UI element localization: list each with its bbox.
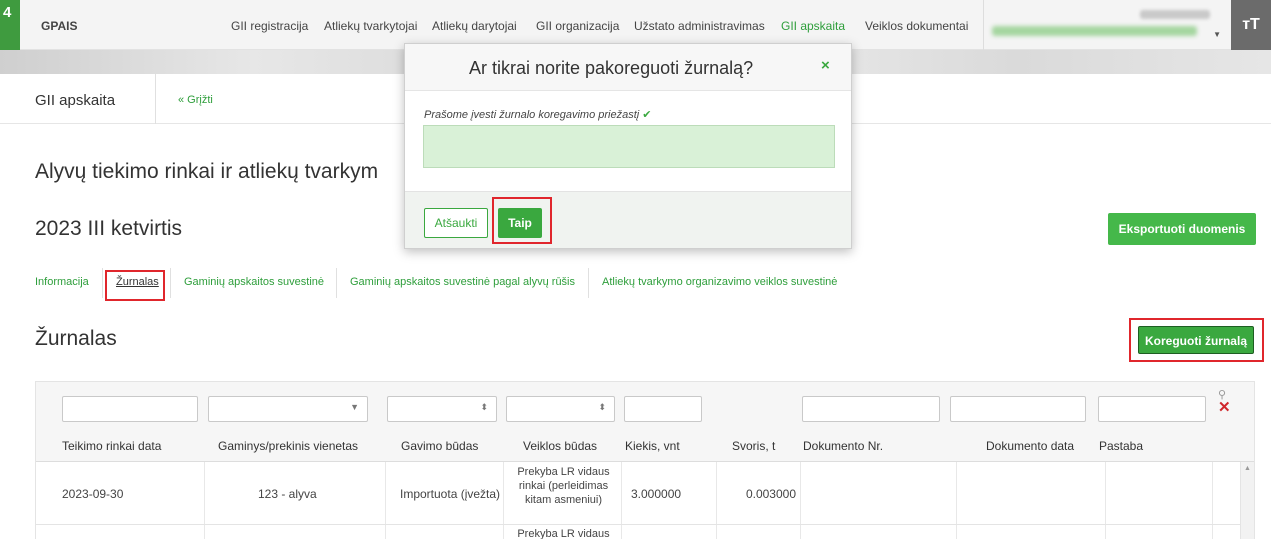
journal-table: ▼ ⬍ ⬍ ⚲ ✕ Teikimo rinkai data Gaminys/pr… (35, 381, 1255, 539)
export-button[interactable]: Eksportuoti duomenis (1108, 213, 1256, 245)
chevron-down-icon: ▼ (350, 402, 359, 412)
filter-activity-select[interactable]: ⬍ (506, 396, 615, 422)
filter-doc-number-input[interactable] (802, 396, 940, 422)
cell-activity-line: Prekyba LR vidaus (517, 466, 610, 478)
cell-activity-line: kitam asmeniui) (524, 494, 603, 506)
section-title: GII apskaita (35, 92, 116, 109)
filter-date-input[interactable] (62, 396, 198, 422)
cell-activity: Prekyba LR vidaus rinkai (perleidimas ki… (516, 465, 611, 507)
dialog-header: Ar tikrai norite pakoreguoti žurnalą? × (405, 44, 851, 91)
cell-activity: Prekyba LR vidaus (517, 528, 610, 539)
tab-gaminiu-apskaitos-suvestine[interactable]: Gaminių apskaitos suvestinė (184, 276, 324, 288)
nav-gii-organizacija[interactable]: GII organizacija (536, 19, 619, 33)
dialog-title: Ar tikrai norite pakoreguoti žurnalą? (469, 58, 754, 78)
user-menu[interactable]: ▼ (983, 0, 1228, 50)
divider (621, 462, 622, 539)
cell-quantity: 3.000000 (631, 487, 682, 501)
highlight-box (105, 270, 165, 301)
nav-uzstato-administravimas[interactable]: Užstato administravimas (634, 19, 765, 33)
user-org-blurred (992, 26, 1197, 36)
reason-label-text: Prašome įvesti žurnalo koregavimo prieža… (424, 109, 640, 121)
divider (1105, 462, 1106, 539)
dialog-footer: Atšaukti Taip (405, 191, 851, 248)
tab-informacija[interactable]: Informacija (35, 276, 89, 288)
divider (800, 462, 801, 539)
nav-gii-apskaita[interactable]: GII apskaita (781, 19, 845, 33)
sort-arrows-icon: ⬍ (480, 402, 488, 412)
column-header[interactable]: Gavimo būdas (401, 439, 478, 453)
app-logo[interactable]: 4 (0, 0, 20, 50)
tab-divider (170, 268, 171, 298)
cell-activity-line: rinkai (perleidimas (518, 480, 609, 492)
tab-divider (588, 268, 589, 298)
brand-name[interactable]: GPAIS (41, 19, 77, 33)
tab-gaminiu-apskaitos-pagal-rusis[interactable]: Gaminių apskaitos suvestinė pagal alyvų … (350, 276, 575, 288)
divider (36, 524, 1240, 525)
back-link[interactable]: « Grįžti (178, 94, 213, 106)
column-header[interactable]: Veiklos būdas (523, 439, 597, 453)
divider (503, 462, 504, 539)
font-size-button[interactable]: ᴛT (1231, 0, 1271, 50)
nav-atlieku-darytojai[interactable]: Atliekų darytojai (432, 19, 517, 33)
journal-heading: Žurnalas (35, 327, 117, 350)
table-scrollbar[interactable]: ▲ (1240, 462, 1254, 539)
column-header[interactable]: Pastaba (1099, 439, 1143, 453)
highlight-box (1129, 318, 1264, 362)
divider (155, 74, 156, 124)
divider (204, 462, 205, 539)
column-header[interactable]: Dokumento Nr. (803, 439, 883, 453)
tab-atlieku-tvarkymo-suvestine[interactable]: Atliekų tvarkymo organizavimo veiklos su… (602, 276, 837, 288)
table-header: Teikimo rinkai data Gaminys/prekinis vie… (36, 428, 1254, 462)
page-heading: Alyvų tiekimo rinkai ir atliekų tvarkym (35, 160, 379, 183)
filter-product-select[interactable]: ▼ (208, 396, 368, 422)
nav-veiklos-dokumentai[interactable]: Veiklos dokumentai (865, 19, 968, 33)
period-heading: 2023 III ketvirtis (35, 217, 183, 240)
reason-label: Prašome įvesti žurnalo koregavimo prieža… (424, 108, 651, 121)
confirm-dialog: Ar tikrai norite pakoreguoti žurnalą? × … (404, 43, 852, 249)
cell-receipt: Importuota (įvežta) (400, 487, 501, 501)
divider (956, 462, 957, 539)
sort-arrows-icon: ⬍ (598, 402, 606, 412)
nav-atlieku-tvarkytojai[interactable]: Atliekų tvarkytojai (324, 19, 417, 33)
scroll-up-icon[interactable]: ▲ (1244, 465, 1251, 472)
cell-product: 123 - alyva (258, 487, 317, 501)
column-header[interactable]: Gaminys/prekinis vienetas (218, 439, 358, 453)
filter-quantity-input[interactable] (624, 396, 702, 422)
reason-textarea[interactable] (423, 125, 835, 168)
nav-gii-registracija[interactable]: GII registracija (231, 19, 308, 33)
chevron-down-icon[interactable]: ▼ (1213, 30, 1221, 39)
tab-divider (336, 268, 337, 298)
column-header[interactable]: Kiekis, vnt (625, 439, 680, 453)
check-icon: ✔ (642, 109, 652, 121)
filter-doc-date-input[interactable] (950, 396, 1086, 422)
filter-receipt-select[interactable]: ⬍ (387, 396, 497, 422)
cell-date: 2023-09-30 (62, 487, 124, 501)
tab-divider (102, 268, 103, 298)
column-header[interactable]: Teikimo rinkai data (62, 439, 161, 453)
clear-filter-icon[interactable]: ✕ (1218, 400, 1231, 415)
user-name-blurred (1140, 10, 1210, 19)
column-header[interactable]: Svoris, t (732, 439, 775, 453)
table-body: 2023-09-30 123 - alyva Importuota (įvežt… (36, 462, 1240, 539)
divider (1212, 462, 1213, 539)
highlight-box (492, 197, 552, 244)
close-icon[interactable]: × (821, 57, 830, 74)
filter-tools: ⚲ ✕ (1218, 388, 1231, 415)
column-header[interactable]: Dokumento data (986, 439, 1074, 453)
divider (385, 462, 386, 539)
cancel-button[interactable]: Atšaukti (424, 208, 488, 238)
cell-weight: 0.003000 (745, 487, 796, 501)
divider (716, 462, 717, 539)
filter-note-input[interactable] (1098, 396, 1206, 422)
